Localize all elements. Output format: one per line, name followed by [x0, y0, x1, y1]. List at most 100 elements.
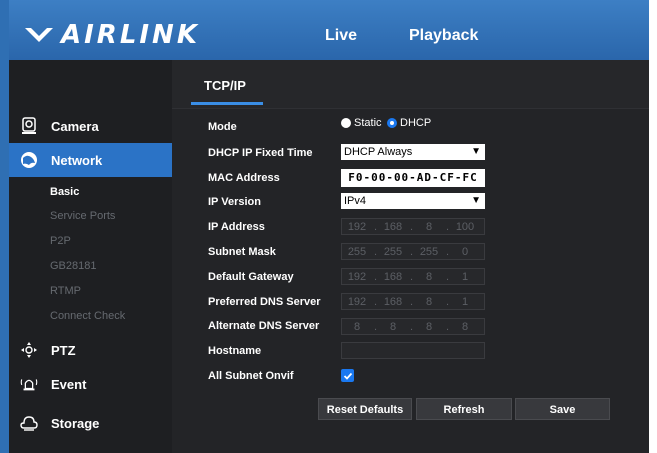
ip-octet: 1	[461, 271, 469, 283]
onvif-label: All Subnet Onvif	[208, 370, 294, 382]
ip-version-label: IP Version	[208, 196, 261, 208]
ip-separator: .	[410, 321, 414, 333]
sidebar-subitem-service-ports[interactable]: Service Ports	[50, 210, 115, 222]
subnet-mask-label: Subnet Mask	[208, 246, 276, 258]
ip-octet: 168	[383, 271, 403, 283]
alternate-dns-label: Alternate DNS Server	[208, 320, 320, 332]
ip-version-value: IPv4	[344, 195, 367, 207]
content-header: TCP/IP	[172, 60, 649, 109]
sidebar-item-storage[interactable]: Storage	[19, 413, 99, 433]
ip-octet: 8	[425, 271, 433, 283]
cloud-storage-icon	[19, 413, 39, 433]
ip-octet: 8	[425, 321, 433, 333]
chevron-down-icon: ▼	[471, 195, 481, 206]
alternate-dns-input[interactable]: 8 . 8 . 8 . 8	[341, 318, 485, 335]
globe-icon	[19, 150, 39, 170]
sidebar-subitem-basic[interactable]: Basic	[50, 186, 79, 198]
sidebar-item-ptz[interactable]: PTZ	[19, 340, 76, 360]
ip-address-input[interactable]: 192 . 168 . 8 . 100	[341, 218, 485, 235]
ip-octet: 192	[347, 296, 367, 308]
sidebar-item-label: Storage	[51, 415, 100, 431]
ip-separator: .	[446, 296, 450, 308]
mac-label: MAC Address	[208, 172, 280, 184]
top-bar: AIRLINK Live Playback	[9, 0, 649, 60]
ip-octet: 192	[347, 221, 367, 233]
ip-octet: 0	[461, 246, 469, 258]
brand-name: AIRLINK	[61, 20, 200, 50]
ip-separator: .	[446, 321, 450, 333]
save-button[interactable]: Save	[515, 398, 610, 420]
mac-address-field: F0-00-00-AD-CF-FC	[341, 169, 485, 187]
sidebar-subitem-gb28181[interactable]: GB28181	[50, 260, 96, 272]
mode-static-label: Static	[354, 117, 382, 129]
ip-octet: 8	[389, 321, 397, 333]
onvif-checkbox[interactable]	[341, 369, 354, 382]
ip-octet: 8	[461, 321, 469, 333]
logo-mark-icon	[25, 28, 53, 42]
ip-separator: .	[374, 271, 378, 283]
tab-playback[interactable]: Playback	[409, 27, 478, 45]
preferred-dns-label: Preferred DNS Server	[208, 296, 321, 308]
dhcp-time-select[interactable]: DHCP Always ▼	[341, 144, 485, 160]
mode-label: Mode	[208, 121, 237, 133]
ip-separator: .	[374, 246, 378, 258]
sidebar-subitem-p2p[interactable]: P2P	[50, 235, 71, 247]
default-gateway-label: Default Gateway	[208, 271, 294, 283]
sidebar-item-event[interactable]: Event	[19, 374, 86, 394]
ip-separator: .	[446, 221, 450, 233]
chevron-down-icon: ▼	[471, 146, 481, 157]
ip-octet: 8	[425, 221, 433, 233]
radio-unchecked-icon	[341, 118, 351, 128]
mode-static-radio[interactable]: Static	[341, 117, 382, 129]
dhcp-time-value: DHCP Always	[344, 146, 413, 158]
sidebar-item-label: Network	[51, 152, 103, 168]
ip-octet: 8	[425, 296, 433, 308]
ip-octet: 100	[455, 221, 475, 233]
camera-icon	[19, 116, 39, 136]
preferred-dns-input[interactable]: 192 . 168 . 8 . 1	[341, 293, 485, 310]
sidebar-item-label: Event	[51, 376, 87, 392]
tab-live[interactable]: Live	[325, 27, 357, 45]
dhcp-time-label: DHCP IP Fixed Time	[208, 147, 313, 159]
radio-checked-icon	[387, 118, 397, 128]
ip-separator: .	[446, 271, 450, 283]
mode-dhcp-label: DHCP	[400, 117, 432, 129]
alarm-icon	[19, 374, 39, 394]
ip-octet: 255	[383, 246, 403, 258]
hostname-label: Hostname	[208, 345, 262, 357]
ip-octet: 8	[353, 321, 361, 333]
ip-separator: .	[410, 246, 414, 258]
ip-octet: 255	[347, 246, 367, 258]
ptz-icon	[19, 340, 39, 360]
ip-separator: .	[410, 271, 414, 283]
hostname-input[interactable]	[341, 342, 485, 359]
mode-dhcp-radio[interactable]: DHCP	[387, 117, 431, 129]
ip-version-select[interactable]: IPv4 ▼	[341, 193, 485, 209]
sidebar-item-label: PTZ	[51, 342, 76, 358]
ip-octet: 168	[383, 296, 403, 308]
sidebar-item-network[interactable]: Network	[19, 150, 102, 170]
sidebar-subitem-rtmp[interactable]: RTMP	[50, 285, 81, 297]
refresh-button[interactable]: Refresh	[416, 398, 512, 420]
tab-tcpip[interactable]: TCP/IP	[204, 78, 246, 93]
page-background-edge	[649, 0, 657, 453]
ip-address-label: IP Address	[208, 221, 265, 233]
sidebar-subitem-connect-check[interactable]: Connect Check	[50, 310, 125, 322]
default-gateway-input[interactable]: 192 . 168 . 8 . 1	[341, 268, 485, 285]
sidebar-item-camera[interactable]: Camera	[19, 116, 99, 136]
subnet-mask-input[interactable]: 255 . 255 . 255 . 0	[341, 243, 485, 260]
ip-separator: .	[374, 321, 378, 333]
checkmark-icon	[343, 372, 352, 380]
ip-separator: .	[446, 246, 450, 258]
ip-separator: .	[374, 296, 378, 308]
reset-defaults-button[interactable]: Reset Defaults	[318, 398, 412, 420]
ip-octet: 255	[419, 246, 439, 258]
tab-active-indicator	[191, 102, 263, 105]
brand-logo: AIRLINK	[25, 20, 200, 50]
ip-separator: .	[410, 296, 414, 308]
sidebar-edge	[0, 0, 9, 453]
ip-octet: 1	[461, 296, 469, 308]
ip-octet: 192	[347, 271, 367, 283]
ip-separator: .	[410, 221, 414, 233]
sidebar-item-label: Camera	[51, 118, 99, 134]
